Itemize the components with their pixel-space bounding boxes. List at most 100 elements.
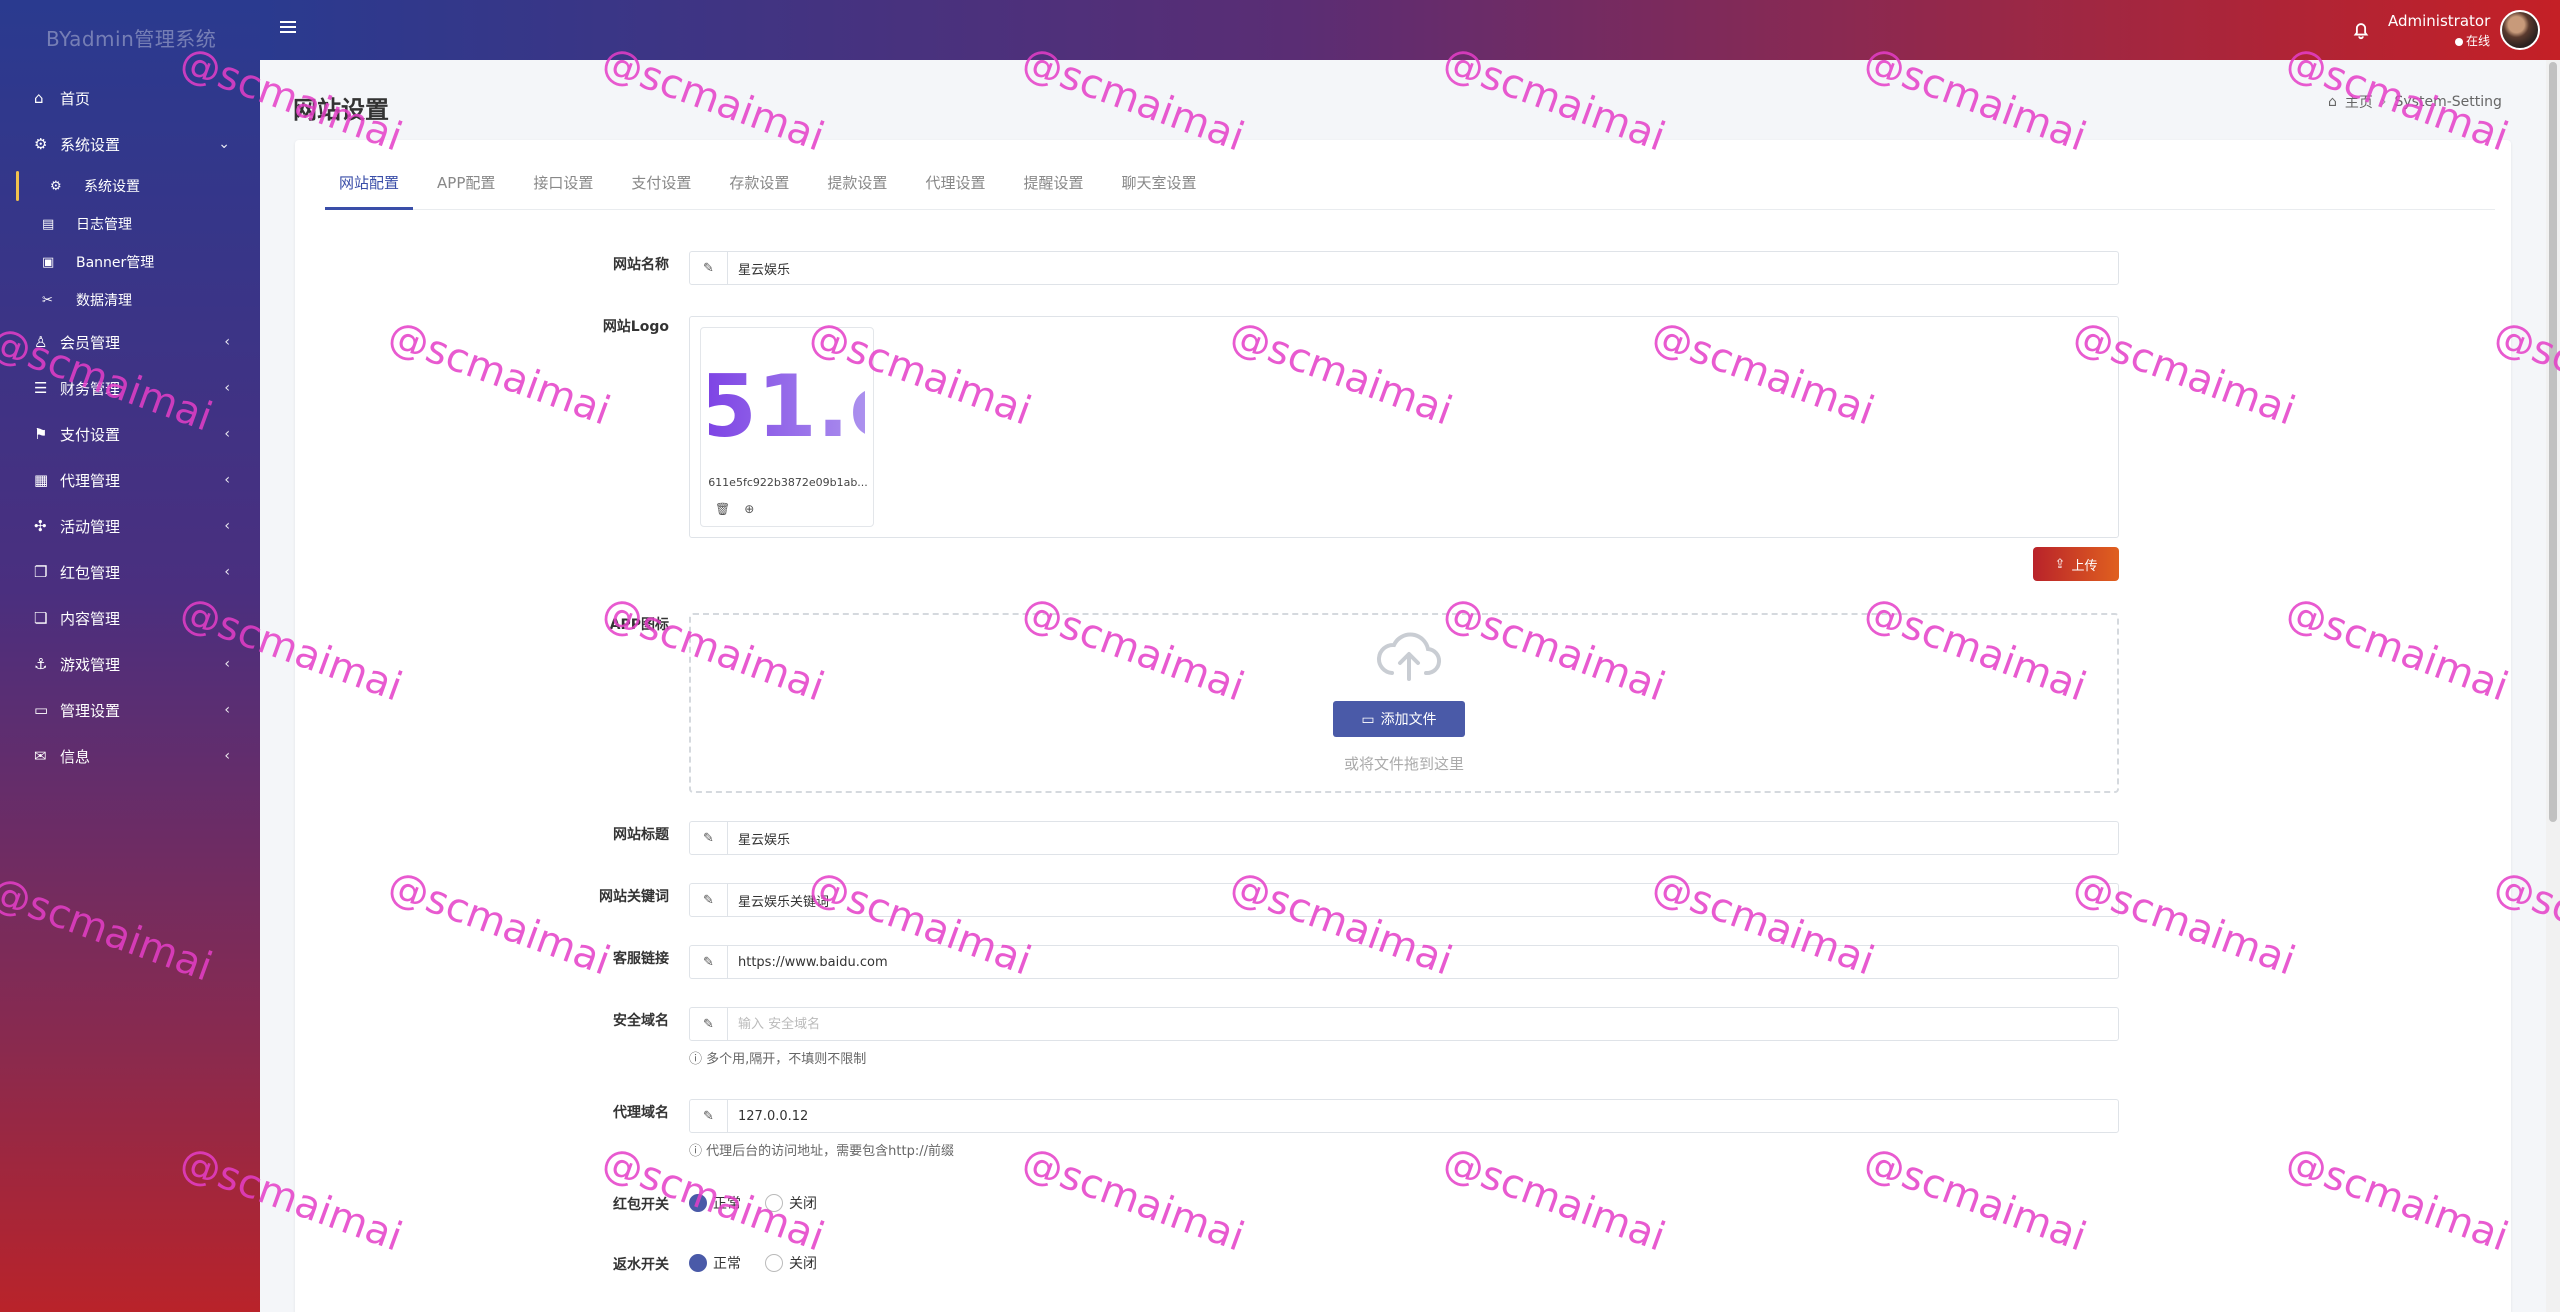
chevron-left-icon: ‹ bbox=[224, 380, 230, 396]
rebate-on-radio[interactable] bbox=[689, 1254, 707, 1272]
tab-api-settings[interactable]: 接口设置 bbox=[519, 164, 607, 210]
redpacket-on-label: 正常 bbox=[713, 1196, 741, 1212]
comments-icon: ✉ bbox=[34, 747, 47, 765]
database-icon: ☰ bbox=[34, 379, 48, 397]
site-keywords-input[interactable] bbox=[728, 884, 2118, 916]
tab-agent-settings[interactable]: 代理设置 bbox=[911, 164, 999, 210]
logo-graphic: 51.c bbox=[709, 357, 865, 457]
logo-preview-box: 51.c 611e5fc922b3872e09b1ab... 🗑 ⊕ bbox=[689, 316, 2119, 538]
user-name: Administrator bbox=[2388, 12, 2491, 30]
pencil-icon: ✎ bbox=[690, 946, 728, 978]
avatar[interactable] bbox=[2500, 10, 2540, 50]
sidebar-subitem-banner[interactable]: ▣ Banner管理 bbox=[0, 243, 260, 281]
sidebar-item-label: 信息 bbox=[60, 747, 91, 766]
sidebar-item-system[interactable]: ⚙ 系统设置 ⌄ bbox=[0, 121, 260, 167]
site-title-field: ✎ bbox=[689, 821, 2119, 855]
rebate-off-label: 关闭 bbox=[789, 1256, 817, 1272]
redpacket-off-radio[interactable] bbox=[765, 1194, 783, 1212]
sidebar-item-label: 会员管理 bbox=[60, 333, 121, 352]
sidebar-item-content[interactable]: ❏ 内容管理 bbox=[0, 595, 260, 641]
pencil-icon: ✎ bbox=[690, 1100, 728, 1132]
sidebar-item-games[interactable]: ⚓ 游戏管理 ‹ bbox=[0, 641, 260, 687]
sidebar-item-label: 财务管理 bbox=[60, 379, 121, 398]
redpacket-off-label: 关闭 bbox=[789, 1196, 817, 1212]
tab-payment-settings[interactable]: 支付设置 bbox=[617, 164, 705, 210]
add-file-button[interactable]: ▭ 添加文件 bbox=[1333, 701, 1465, 737]
sidebar-subitem-logs[interactable]: ▤ 日志管理 bbox=[0, 205, 260, 243]
service-link-label: 客服链接 bbox=[613, 951, 669, 967]
gear-icon: ⚙ bbox=[50, 178, 62, 194]
sidebar-item-agents[interactable]: ▦ 代理管理 ‹ bbox=[0, 457, 260, 503]
folder-icon: ▭ bbox=[1361, 710, 1375, 727]
sidebar-item-members[interactable]: ♙ 会员管理 ‹ bbox=[0, 319, 260, 365]
sidebar-subitem-label: 系统设置 bbox=[84, 179, 140, 195]
drop-hint: 或将文件拖到这里 bbox=[1343, 755, 1464, 773]
chevron-left-icon: ‹ bbox=[224, 702, 230, 718]
rebate-switch-label: 返水开关 bbox=[613, 1257, 669, 1273]
user-info[interactable]: Administrator 在线 bbox=[2388, 12, 2490, 49]
sidebar-item-redpackets[interactable]: ❐ 红包管理 ‹ bbox=[0, 549, 260, 595]
sidebar-item-finance[interactable]: ☰ 财务管理 ‹ bbox=[0, 365, 260, 411]
site-title-input[interactable] bbox=[728, 822, 2118, 854]
tab-reminder-settings[interactable]: 提醒设置 bbox=[1009, 164, 1097, 210]
logo-actions: 🗑 ⊕ bbox=[715, 502, 754, 516]
sidebar-item-admin[interactable]: ▭ 管理设置 ‹ bbox=[0, 687, 260, 733]
rebate-off-radio[interactable] bbox=[765, 1254, 783, 1272]
agent-domain-input[interactable] bbox=[728, 1100, 2118, 1132]
cloud-upload-icon bbox=[1376, 632, 1441, 681]
sidebar-item-label: 管理设置 bbox=[60, 701, 121, 720]
settings-tabs: 网站配置 APP配置 接口设置 支付设置 存款设置 提款设置 代理设置 提醒设置… bbox=[325, 164, 2495, 210]
agent-domain-help: ⓘ 代理后台的访问地址，需要包含http://前缀 bbox=[689, 1140, 954, 1159]
tab-app-config[interactable]: APP配置 bbox=[423, 164, 509, 210]
picture-icon: ▣ bbox=[42, 254, 55, 270]
copy-icon: ❏ bbox=[34, 609, 48, 627]
sidebar-subitem-cleanup[interactable]: ✂ 数据清理 bbox=[0, 281, 260, 319]
zoom-icon[interactable]: ⊕ bbox=[744, 502, 754, 516]
upload-button[interactable]: ⇪ 上传 bbox=[2033, 547, 2119, 581]
bell-icon[interactable] bbox=[2350, 19, 2372, 41]
site-keywords-field: ✎ bbox=[689, 883, 2119, 917]
sidebar-subitem-label: 数据清理 bbox=[76, 293, 132, 309]
sidebar-item-home[interactable]: ⌂ 首页 bbox=[0, 75, 260, 121]
sidebar-subitem-system-settings[interactable]: ⚙ 系统设置 bbox=[0, 167, 260, 205]
question-circle-icon: ⓘ bbox=[689, 1144, 703, 1159]
tab-deposit-settings[interactable]: 存款设置 bbox=[715, 164, 803, 210]
scrollbar-thumb[interactable] bbox=[2549, 62, 2557, 822]
home-icon: ⌂ bbox=[34, 89, 44, 107]
menu-toggle-icon[interactable] bbox=[280, 18, 296, 34]
rebate-switch: 正常 关闭 bbox=[689, 1253, 835, 1273]
sidebar-item-label: 游戏管理 bbox=[60, 655, 121, 674]
site-name-label: 网站名称 bbox=[613, 257, 669, 273]
tab-withdraw-settings[interactable]: 提款设置 bbox=[813, 164, 901, 210]
gift-icon: ❐ bbox=[34, 563, 48, 581]
id-card-icon: ▭ bbox=[34, 701, 49, 719]
rebate-on-label: 正常 bbox=[713, 1256, 741, 1272]
redpacket-on-radio[interactable] bbox=[689, 1194, 707, 1212]
safe-domain-input[interactable] bbox=[728, 1008, 2118, 1040]
trash-icon[interactable]: 🗑 bbox=[715, 502, 730, 516]
site-name-input[interactable] bbox=[728, 252, 2118, 284]
upload-icon: ⇪ bbox=[2054, 556, 2066, 571]
safe-domain-field: ✎ bbox=[689, 1007, 2119, 1041]
breadcrumb-home[interactable]: 主页 bbox=[2345, 92, 2373, 112]
add-file-label: 添加文件 bbox=[1380, 711, 1437, 727]
service-link-input[interactable] bbox=[728, 946, 2118, 978]
sidebar-item-payment[interactable]: ⚑ 支付设置 ‹ bbox=[0, 411, 260, 457]
tab-chatroom-settings[interactable]: 聊天室设置 bbox=[1107, 164, 1210, 210]
page-title: 网站设置 bbox=[293, 96, 389, 124]
app-icon-dropzone[interactable]: ▭ 添加文件 或将文件拖到这里 bbox=[689, 613, 2119, 793]
user-status-text: 在线 bbox=[2465, 34, 2490, 48]
sidebar-item-label: 首页 bbox=[60, 89, 91, 108]
sidebar-item-label: 红包管理 bbox=[60, 563, 121, 582]
tab-site-config[interactable]: 网站配置 bbox=[325, 164, 414, 210]
sidebar-item-label: 活动管理 bbox=[60, 517, 121, 536]
cogs-icon: ⚙ bbox=[34, 135, 48, 153]
logo-file-name: 611e5fc922b3872e09b1ab... bbox=[708, 476, 868, 489]
safe-domain-label: 安全域名 bbox=[613, 1013, 669, 1029]
anchor-icon: ⚓ bbox=[34, 655, 48, 673]
sidebar-item-messages[interactable]: ✉ 信息 ‹ bbox=[0, 733, 260, 779]
sidebar-item-activities[interactable]: ✣ 活动管理 ‹ bbox=[0, 503, 260, 549]
sidebar-item-label: 支付设置 bbox=[60, 425, 121, 444]
sidebar-subitem-label: 日志管理 bbox=[76, 217, 132, 233]
settings-card: 网站配置 APP配置 接口设置 支付设置 存款设置 提款设置 代理设置 提醒设置… bbox=[295, 140, 2511, 1312]
